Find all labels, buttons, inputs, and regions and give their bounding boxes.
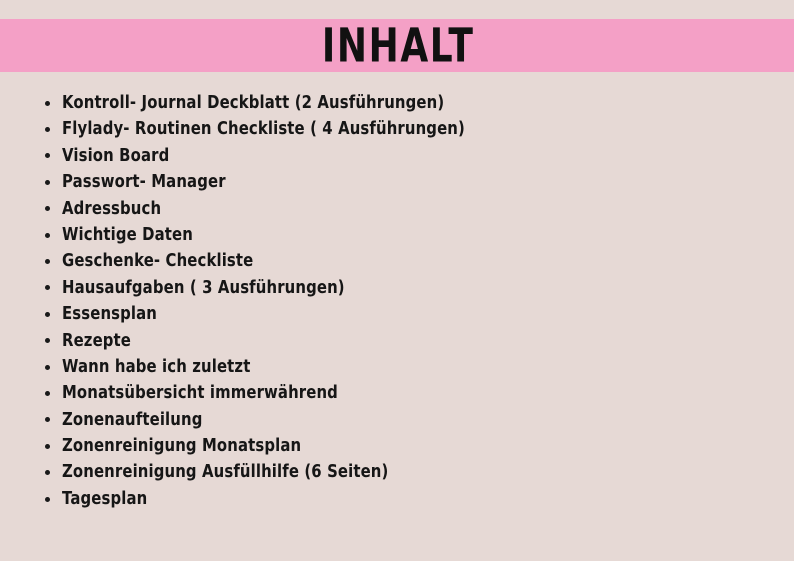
- list-item-label: Rezepte: [62, 330, 132, 351]
- bullet-icon: [45, 364, 50, 370]
- bullet-icon: [45, 311, 50, 317]
- list-item-label: Passwort- Manager: [62, 172, 226, 193]
- bullet-icon: [45, 206, 50, 212]
- list-item-label: Flylady- Routinen Checkliste ( 4 Ausführ…: [62, 119, 465, 140]
- list-item-label: Essensplan: [62, 304, 158, 325]
- list-item: Monatsübersicht immerwährend: [40, 380, 760, 406]
- bullet-icon: [45, 153, 50, 159]
- list-item: Wann habe ich zuletzt: [40, 354, 760, 380]
- bullet-icon: [45, 100, 50, 106]
- list-item-label: Adressbuch: [62, 198, 162, 219]
- list-item: Rezepte: [40, 328, 760, 354]
- list-item-label: Wichtige Daten: [62, 224, 193, 245]
- list-item: Kontroll- Journal Deckblatt (2 Ausführun…: [40, 90, 760, 116]
- contents-page: INHALT Kontroll- Journal Deckblatt (2 Au…: [0, 0, 794, 561]
- list-item: Tagesplan: [40, 486, 760, 512]
- list-item-label: Kontroll- Journal Deckblatt (2 Ausführun…: [62, 93, 445, 113]
- list-item-label: Tagesplan: [62, 488, 148, 509]
- list-item: Zonenreinigung Monatsplan: [40, 433, 760, 459]
- list-item: Essensplan: [40, 301, 760, 327]
- list-item-label: Zonenreinigung Monatsplan: [62, 436, 302, 457]
- bullet-icon: [45, 443, 50, 449]
- list-item: Passwort- Manager: [40, 169, 760, 195]
- list-item: Vision Board: [40, 143, 760, 169]
- list-item-label: Wann habe ich zuletzt: [62, 356, 251, 377]
- list-item: Zonenaufteilung: [40, 407, 760, 433]
- list-item-label: Hausaufgaben ( 3 Ausführungen): [62, 277, 345, 298]
- list-item: Wichtige Daten: [40, 222, 760, 248]
- list-item: Hausaufgaben ( 3 Ausführungen): [40, 275, 760, 301]
- list-item-label: Vision Board: [62, 145, 170, 166]
- bullet-icon: [45, 127, 50, 133]
- bullet-icon: [45, 338, 50, 344]
- list-item-label: Geschenke- Checkliste: [62, 251, 254, 272]
- bullet-icon: [45, 390, 50, 396]
- list-item: Adressbuch: [40, 196, 760, 222]
- list-item-label: Zonenaufteilung: [62, 409, 203, 430]
- list-item-label: Zonenreinigung Ausfüllhilfe (6 Seiten): [62, 462, 389, 483]
- title-band: INHALT: [0, 19, 794, 72]
- bullet-icon: [45, 232, 50, 238]
- bullet-icon: [45, 417, 50, 423]
- bullet-icon: [45, 259, 50, 265]
- bullet-icon: [45, 179, 50, 185]
- list-item: Zonenreinigung Ausfüllhilfe (6 Seiten): [40, 459, 760, 485]
- list-item: Geschenke- Checkliste: [40, 248, 760, 274]
- bullet-icon: [45, 285, 50, 291]
- bullet-icon: [45, 496, 50, 502]
- page-title: INHALT: [321, 17, 475, 74]
- list-item-label: Monatsübersicht immerwährend: [62, 383, 338, 404]
- contents-list: Kontroll- Journal Deckblatt (2 Ausführun…: [40, 90, 760, 512]
- bullet-icon: [45, 470, 50, 476]
- list-item: Flylady- Routinen Checkliste ( 4 Ausführ…: [40, 116, 760, 142]
